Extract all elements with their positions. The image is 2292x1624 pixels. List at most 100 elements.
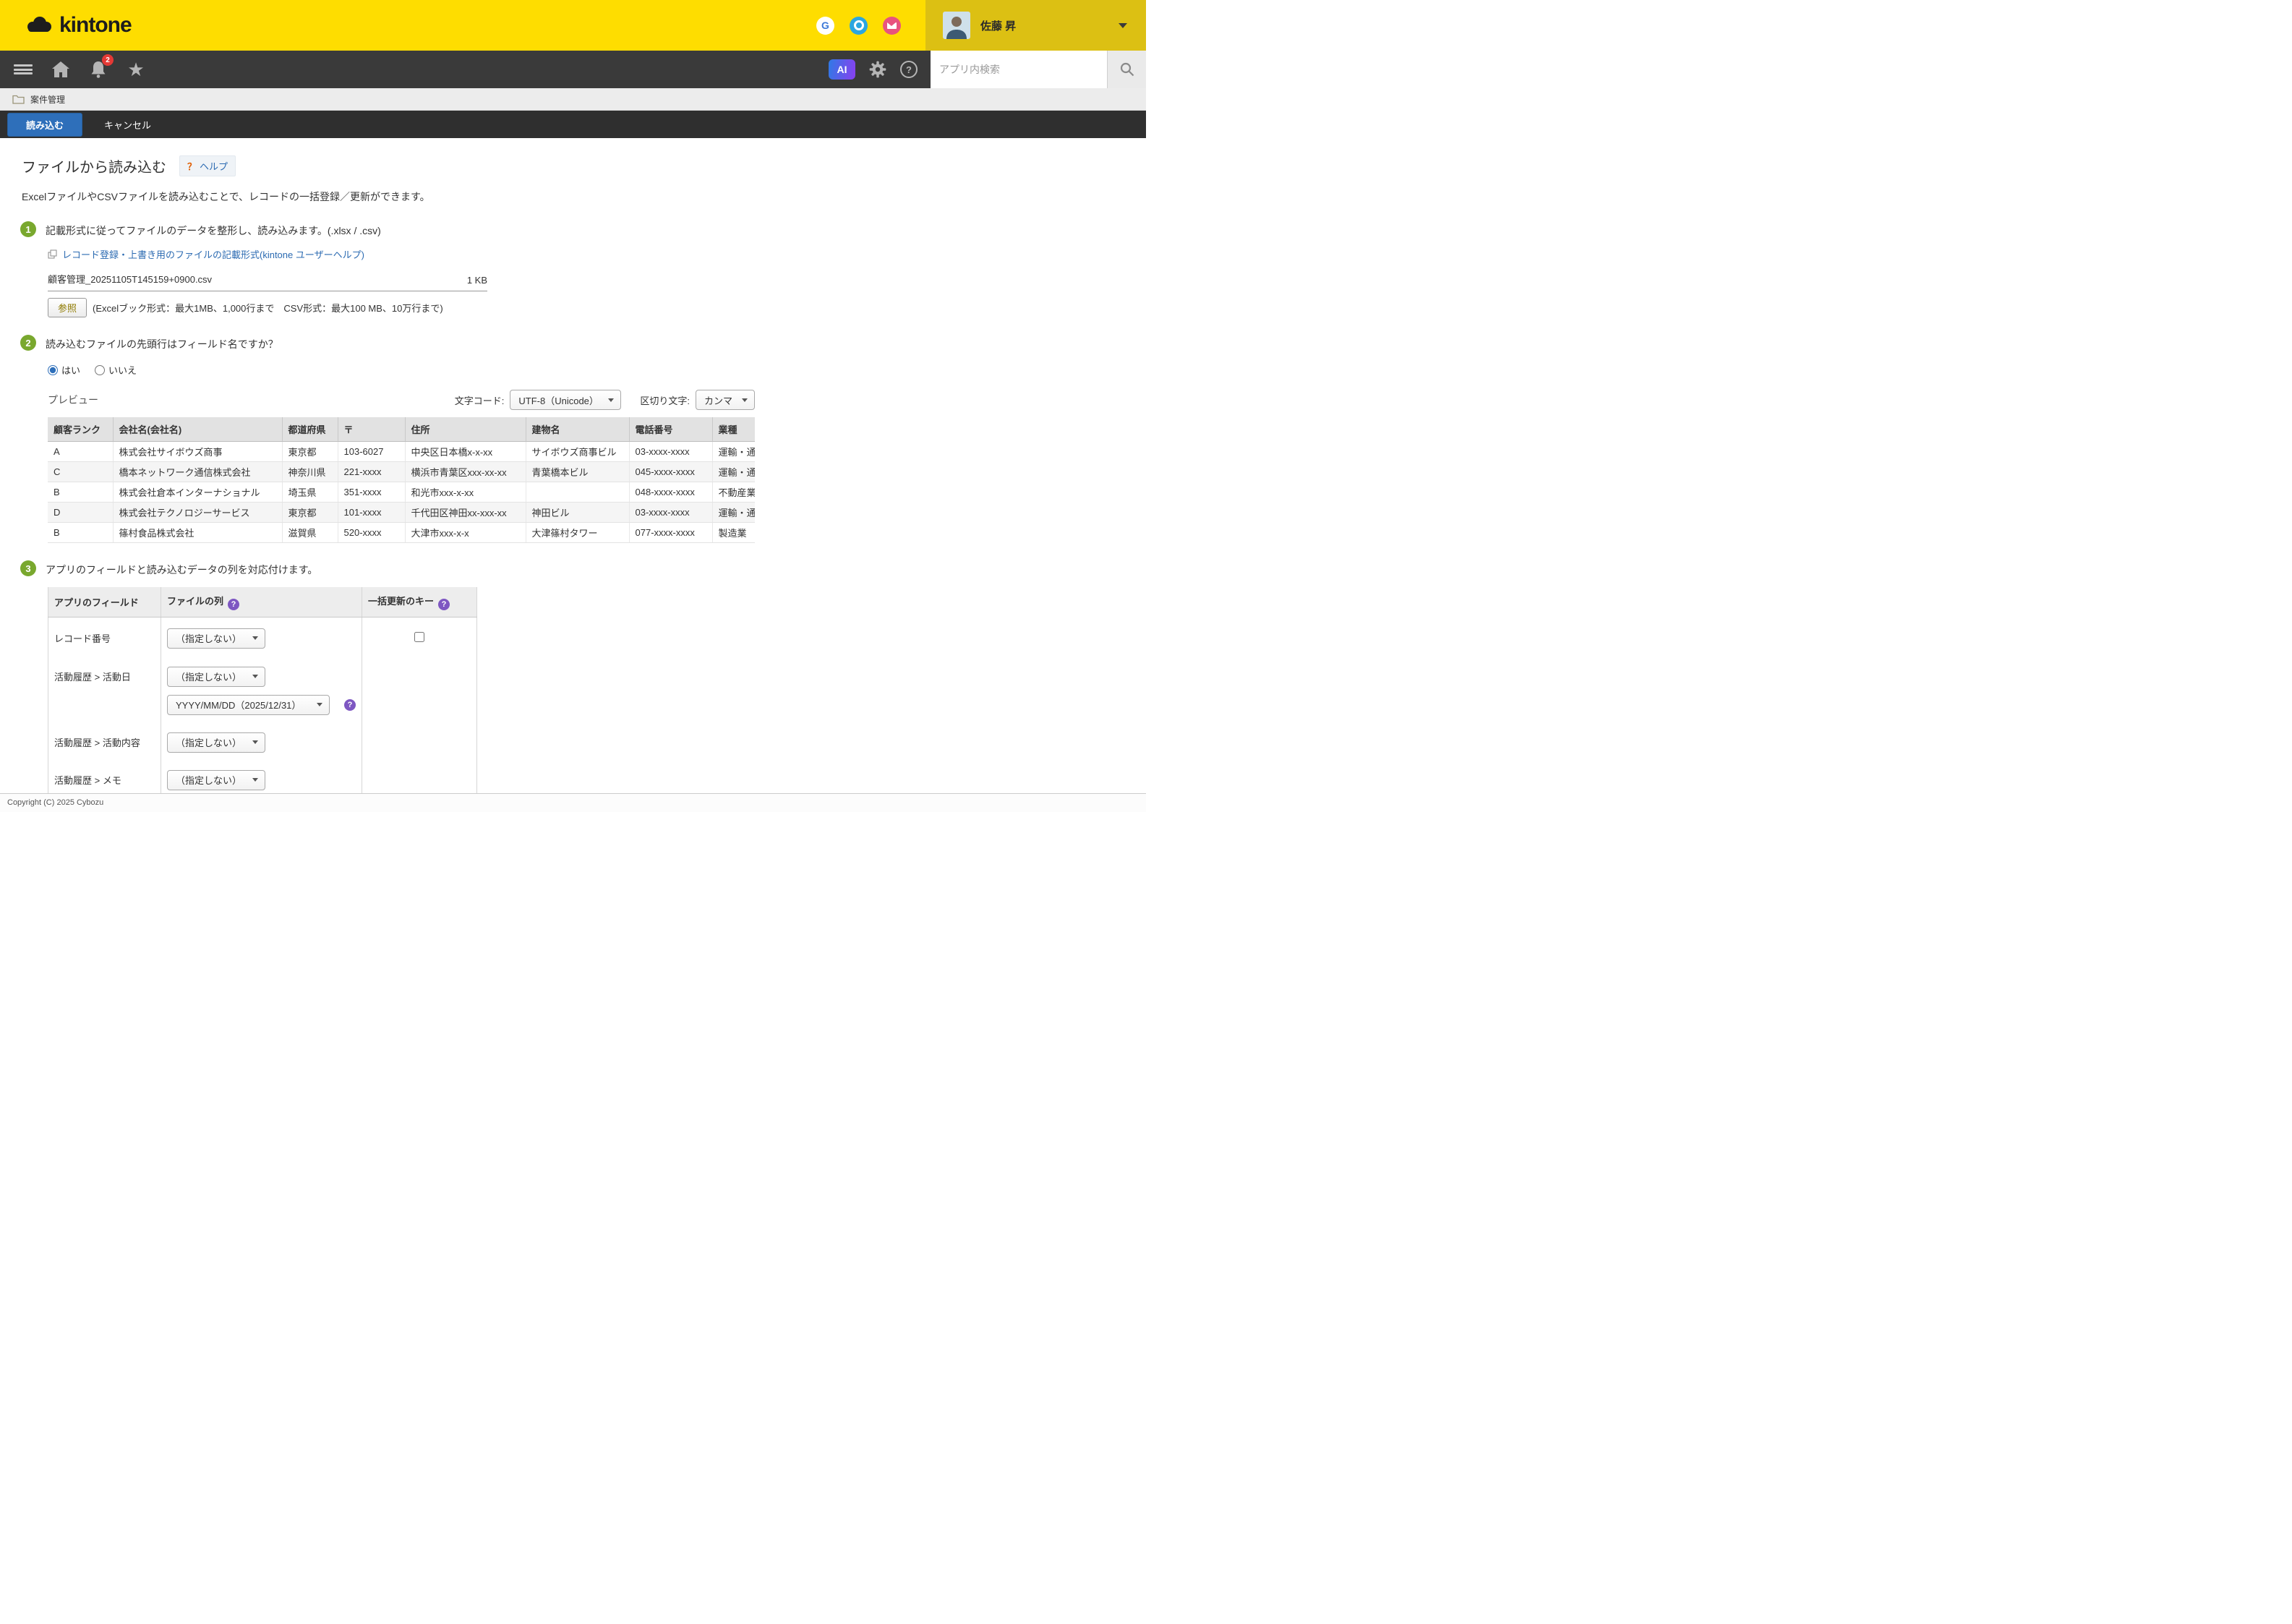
cell: 和光市xxx-x-xx	[405, 482, 526, 503]
table-row: D株式会社テクノロジーサービス東京都101-xxxx千代田区神田xx-xxx-x…	[48, 503, 755, 523]
file-name: 顧客管理_20251105T145159+0900.csv	[48, 272, 212, 286]
step1-text: 記載形式に従ってファイルのデータを整形し、読み込みます。(.xlsx / .cs…	[46, 221, 381, 238]
cell: 橋本ネットワーク通信株式会社	[113, 462, 282, 482]
browse-row: 参照 (Excelブック形式：最大1MB、1,000行まで CSV形式：最大10…	[48, 298, 1146, 317]
caret-down-icon	[742, 398, 748, 402]
caret-down-icon	[252, 636, 258, 640]
radio-yes[interactable]: はい	[48, 363, 80, 377]
search-button[interactable]	[1107, 51, 1146, 88]
cancel-button[interactable]: キャンセル	[104, 118, 151, 132]
update-key-checkbox[interactable]	[414, 632, 424, 642]
col-app-field: アプリのフィールド	[48, 587, 161, 617]
caret-down-icon	[252, 675, 258, 678]
update-key-help-icon[interactable]: ?	[438, 599, 450, 610]
radio-no-label: いいえ	[108, 363, 137, 377]
search-icon	[1119, 61, 1135, 77]
chevron-down-icon	[1119, 23, 1127, 28]
col-header: 〒	[338, 417, 405, 442]
caret-down-icon	[317, 703, 322, 706]
header-row-no-radio[interactable]	[95, 365, 105, 375]
header-row-yes-radio[interactable]	[48, 365, 58, 375]
caret-down-icon	[252, 740, 258, 744]
notifications-button[interactable]: 2	[80, 51, 117, 88]
cell: B	[48, 482, 113, 503]
browse-button[interactable]: 参照	[48, 298, 87, 317]
step3-heading: 3 アプリのフィールドと読み込むデータの列を対応付けます。	[20, 560, 1146, 577]
activity-detail-column-select[interactable]: （指定しない）	[167, 732, 265, 753]
question-mark-icon: ？	[187, 159, 197, 173]
envelope-icon	[887, 22, 897, 29]
record-number-column-select[interactable]: （指定しない）	[167, 628, 265, 649]
ai-label: AI	[837, 64, 847, 75]
encoding-select[interactable]: UTF-8（Unicode）	[510, 390, 621, 410]
delimiter-value: カンマ	[704, 393, 732, 407]
kintone-logo[interactable]: kintone	[0, 13, 132, 38]
file-limits-text: (Excelブック形式：最大1MB、1,000行まで CSV形式：最大100 M…	[93, 301, 443, 315]
google-letter: G	[821, 20, 829, 31]
date-format-select[interactable]: YYYY/MM/DD（2025/12/31）	[167, 695, 330, 715]
col-file-column-label: ファイルの列	[167, 596, 223, 607]
col-header: 建物名	[526, 417, 629, 442]
select-value: （指定しない）	[176, 631, 241, 645]
col-header: 顧客ランク	[48, 417, 113, 442]
cell: C	[48, 462, 113, 482]
import-button[interactable]: 読み込む	[7, 113, 82, 137]
circle-service-icon[interactable]	[850, 17, 868, 35]
date-format-help-icon[interactable]: ?	[344, 699, 356, 711]
cell: 103-6027	[338, 442, 405, 462]
col-update-key: 一括更新のキー?	[362, 587, 477, 617]
search-input[interactable]	[931, 51, 1107, 88]
step2-text: 読み込むファイルの先頭行はフィールド名ですか？	[46, 335, 278, 351]
app-header: kintone G 佐藤 昇	[0, 0, 1146, 51]
mail-service-icon[interactable]	[883, 17, 901, 35]
cell: 351-xxxx	[338, 482, 405, 503]
service-icons: G	[816, 17, 901, 35]
page-title: ファイルから読み込む	[22, 155, 166, 176]
cell: 運輸・通信業	[712, 442, 755, 462]
step1-number-badge: 1	[20, 221, 36, 237]
cell: 045-xxxx-xxxx	[629, 462, 712, 482]
cell: 運輸・通信業	[712, 462, 755, 482]
help-link-label: ヘルプ	[200, 159, 228, 173]
page-help-link[interactable]: ？ ヘルプ	[179, 155, 236, 176]
nav-left-icons: 2 ★	[0, 51, 155, 88]
google-service-icon[interactable]: G	[816, 17, 834, 35]
update-key-cell	[362, 659, 477, 722]
hamburger-icon	[14, 62, 33, 76]
cell: 埼玉県	[282, 482, 338, 503]
nav-right: AI ?	[829, 51, 1146, 88]
user-menu[interactable]: 佐藤 昇	[925, 0, 1146, 51]
delimiter-select[interactable]: カンマ	[696, 390, 755, 410]
step2-heading: 2 読み込むファイルの先頭行はフィールド名ですか？	[20, 335, 1146, 351]
activity-date-column-select[interactable]: （指定しない）	[167, 667, 265, 687]
cell: 千代田区神田xx-xxx-xx	[405, 503, 526, 523]
menu-button[interactable]	[4, 51, 42, 88]
select-value: YYYY/MM/DD（2025/12/31）	[176, 698, 301, 711]
home-icon	[52, 61, 69, 77]
mapping-row: 活動履歴 > 活動日 （指定しない） YYYY/MM/DD（2025/12/31…	[48, 659, 477, 722]
breadcrumb-app-name[interactable]: 案件管理	[30, 93, 65, 106]
ai-assistant-button[interactable]: AI	[829, 59, 855, 80]
delimiter-label: 区切り文字:	[640, 393, 690, 407]
radio-yes-label: はい	[61, 363, 80, 377]
memo-column-select[interactable]: （指定しない）	[167, 770, 265, 790]
table-row: A株式会社サイボウズ商事東京都103-6027中央区日本橋x-x-xxサイボウズ…	[48, 442, 755, 462]
settings-button[interactable]	[868, 60, 887, 79]
copyright-text: Copyright (C) 2025 Cybozu	[7, 798, 103, 807]
cell: 株式会社テクノロジーサービス	[113, 503, 282, 523]
cell: 製造業	[712, 523, 755, 543]
radio-no[interactable]: いいえ	[95, 363, 137, 377]
col-update-key-label: 一括更新のキー	[368, 596, 434, 607]
format-doc-link-row: レコード登録・上書き用のファイルの記載形式(kintone ユーザーヘルプ)	[48, 247, 1146, 261]
page-description: ExcelファイルやCSVファイルを読み込むことで、レコードの一括登録／更新がで…	[22, 189, 1146, 204]
format-doc-link[interactable]: レコード登録・上書き用のファイルの記載形式(kintone ユーザーヘルプ)	[62, 247, 364, 261]
home-button[interactable]	[42, 51, 80, 88]
cell	[526, 482, 629, 503]
favorites-button[interactable]: ★	[117, 51, 155, 88]
cell: B	[48, 523, 113, 543]
file-column-help-icon[interactable]: ?	[228, 599, 239, 610]
screen: kintone G 佐藤 昇	[0, 0, 1146, 812]
help-button[interactable]: ?	[900, 61, 918, 78]
col-header: 業種	[712, 417, 755, 442]
cell: 101-xxxx	[338, 503, 405, 523]
